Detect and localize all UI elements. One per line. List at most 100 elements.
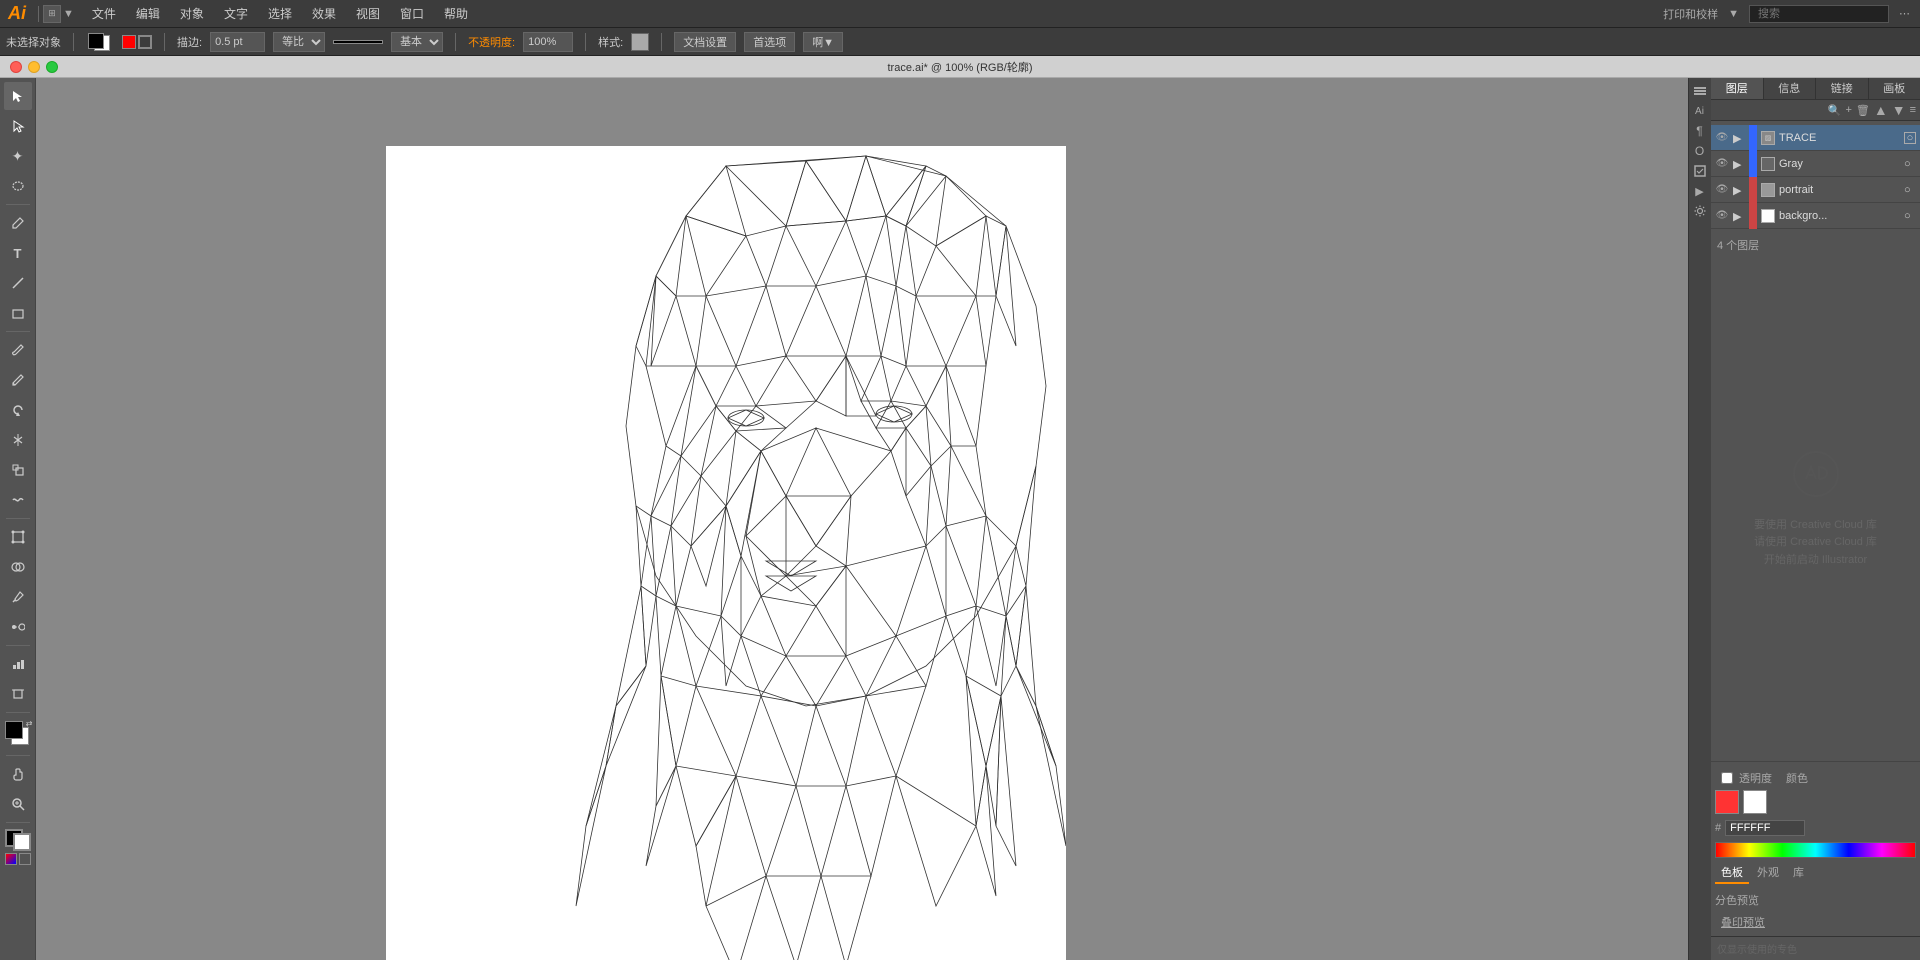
menu-edit[interactable]: 编辑: [126, 0, 170, 27]
tab-artboards[interactable]: 画板: [1869, 78, 1920, 99]
menu-file[interactable]: 文件: [82, 0, 126, 27]
paintbrush-tool[interactable]: [4, 336, 32, 364]
print-label[interactable]: 打印和校样: [1663, 6, 1718, 22]
menu-window[interactable]: 窗口: [390, 0, 434, 27]
direct-selection-tool[interactable]: [4, 112, 32, 140]
extra-btn[interactable]: 啊▼: [803, 32, 843, 52]
menu-type[interactable]: 文字: [214, 0, 258, 27]
artboard-tool[interactable]: [4, 680, 32, 708]
free-transform-tool[interactable]: [4, 523, 32, 551]
opacity-input[interactable]: [523, 32, 573, 52]
gradient-icon[interactable]: [5, 853, 17, 865]
tool-sep2: [6, 331, 30, 332]
no-color-icon[interactable]: [19, 853, 31, 865]
menu-help[interactable]: 帮助: [434, 0, 478, 27]
line-tool[interactable]: [4, 269, 32, 297]
scale-tool[interactable]: [4, 456, 32, 484]
layer-circle-background[interactable]: ○: [1904, 210, 1916, 222]
pen-tool[interactable]: [4, 209, 32, 237]
layers-toggle-icon[interactable]: [1691, 82, 1709, 100]
stroke-value-input[interactable]: [210, 32, 265, 52]
fill-type-select[interactable]: 基本: [391, 32, 443, 52]
selection-tool[interactable]: [4, 82, 32, 110]
fill-color-boxes[interactable]: [3, 827, 33, 849]
layer-options-btn[interactable]: ≡: [1910, 104, 1916, 116]
tab-layers[interactable]: 图层: [1711, 78, 1764, 99]
layer-expand-background[interactable]: ▶: [1733, 210, 1745, 222]
eyedropper-tool[interactable]: [4, 583, 32, 611]
menu-view[interactable]: 视图: [346, 0, 390, 27]
layer-expand-portrait[interactable]: ▶: [1733, 184, 1745, 196]
layer-circle-gray[interactable]: ○: [1904, 158, 1916, 170]
gear-icon[interactable]: [1691, 202, 1709, 220]
minimize-button[interactable]: [28, 61, 40, 73]
tab-links[interactable]: 链接: [1816, 78, 1869, 99]
print-preview-label[interactable]: 叠印预览: [1721, 917, 1765, 929]
maximize-button[interactable]: [46, 61, 58, 73]
menu-object[interactable]: 对象: [170, 0, 214, 27]
no-fill-icon[interactable]: [138, 35, 152, 49]
layer-circle-portrait[interactable]: ○: [1904, 184, 1916, 196]
tab-appearance[interactable]: 外观: [1751, 862, 1785, 884]
tool-sep5: [6, 712, 30, 713]
layer-delete-btn[interactable]: 🗑: [1856, 104, 1870, 117]
doc-settings-btn[interactable]: 文档设置: [674, 32, 736, 52]
fill-stroke-indicator[interactable]: [86, 31, 114, 53]
layer-move-down-btn[interactable]: ▼: [1892, 102, 1906, 118]
layer-row-gray[interactable]: 👁 ▶ Gray ○: [1711, 151, 1920, 177]
menu-effect[interactable]: 效果: [302, 0, 346, 27]
preferences-btn[interactable]: 首选项: [744, 32, 795, 52]
shape-builder-tool[interactable]: [4, 553, 32, 581]
stroke-type-select[interactable]: 等比: [273, 32, 325, 52]
zoom-tool[interactable]: [4, 790, 32, 818]
warp-tool[interactable]: [4, 486, 32, 514]
paragraph-icon[interactable]: ¶: [1691, 122, 1709, 140]
layer-find-btn[interactable]: 🔍: [1828, 104, 1842, 117]
layer-vis-trace[interactable]: 👁: [1715, 131, 1729, 145]
magic-wand-tool[interactable]: ✦: [4, 142, 32, 170]
reflect-tool[interactable]: [4, 426, 32, 454]
rectangle-tool[interactable]: [4, 299, 32, 327]
blend-tool[interactable]: [4, 613, 32, 641]
pencil-tool[interactable]: [4, 366, 32, 394]
layer-row-trace[interactable]: 👁 ▶ ▨ TRACE ○: [1711, 125, 1920, 151]
arrange-icon[interactable]: ▼: [1728, 8, 1739, 20]
o-icon[interactable]: O: [1691, 142, 1709, 160]
search-input[interactable]: [1749, 5, 1889, 23]
play-icon[interactable]: ▶: [1691, 182, 1709, 200]
swatch-white[interactable]: [1743, 790, 1767, 814]
tab-libraries[interactable]: 库: [1787, 862, 1810, 884]
layer-move-up-btn[interactable]: ▲: [1874, 102, 1888, 118]
canvas-area[interactable]: [36, 78, 1688, 960]
layer-row-portrait[interactable]: 👁 ▶ portrait ○: [1711, 177, 1920, 203]
rotate-tool[interactable]: [4, 396, 32, 424]
style-preview[interactable]: [631, 33, 649, 51]
layer-circle-trace[interactable]: ○: [1904, 132, 1916, 144]
menu-select[interactable]: 选择: [258, 0, 302, 27]
expand-icon[interactable]: ⋯: [1899, 7, 1910, 20]
transparency-checkbox[interactable]: [1721, 772, 1733, 784]
layer-add-btn[interactable]: +: [1845, 104, 1851, 116]
tab-swatches[interactable]: 色板: [1715, 862, 1749, 884]
layer-expand-trace[interactable]: ▶: [1733, 132, 1745, 144]
hex-input[interactable]: [1725, 820, 1805, 836]
swatch-red[interactable]: [1715, 790, 1739, 814]
hand-tool[interactable]: [4, 760, 32, 788]
layer-vis-gray[interactable]: 👁: [1715, 157, 1729, 171]
layer-expand-gray[interactable]: ▶: [1733, 158, 1745, 170]
type-tool[interactable]: T: [4, 239, 32, 267]
layer-vis-portrait[interactable]: 👁: [1715, 183, 1729, 197]
fill-color-icon[interactable]: [122, 35, 136, 49]
lasso-tool[interactable]: [4, 172, 32, 200]
foreground-background-color[interactable]: ⇄: [3, 719, 33, 749]
workspace-icon[interactable]: ⊞: [43, 5, 61, 23]
close-button[interactable]: [10, 61, 22, 73]
color-gradient-bar[interactable]: [1715, 842, 1916, 858]
layer-row-background[interactable]: 👁 ▶ backgro... ○: [1711, 203, 1920, 229]
workspace-dropdown[interactable]: ▼: [63, 8, 74, 20]
check-icon[interactable]: [1691, 162, 1709, 180]
layer-vis-background[interactable]: 👁: [1715, 209, 1729, 223]
ai-text-icon[interactable]: Ai: [1691, 102, 1709, 120]
chart-tool[interactable]: [4, 650, 32, 678]
tab-info[interactable]: 信息: [1764, 78, 1817, 99]
